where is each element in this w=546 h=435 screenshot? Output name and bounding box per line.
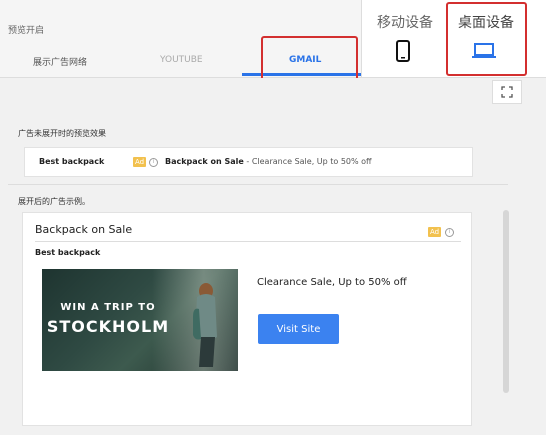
ad-headline: Clearance Sale, Up to 50% off [257, 277, 407, 288]
collapsed-snippet: - Clearance Sale, Up to 50% off [243, 157, 372, 166]
ad-image[interactable]: WIN A TRIP TO STOCKHOLM [42, 269, 238, 371]
traveler-figure-icon [193, 283, 217, 367]
collapsed-sender: Best backpack [39, 157, 105, 166]
tab-display-network[interactable]: 展示广告网络 [33, 55, 87, 68]
image-text-line1: WIN A TRIP TO [60, 302, 156, 313]
fullscreen-icon [501, 86, 513, 98]
expanded-title: Backpack on Sale [35, 223, 133, 236]
fullscreen-button[interactable] [492, 80, 522, 104]
phone-icon[interactable] [396, 40, 410, 66]
desktop-highlight-box [446, 2, 527, 76]
image-text-line2: STOCKHOLM [46, 317, 170, 336]
card-divider [35, 241, 461, 242]
info-icon[interactable]: i [149, 158, 158, 167]
preview-title: 预览开启 [8, 26, 45, 36]
collapsed-ad-row[interactable]: Best backpack Ad i Backpack on Sale - Cl… [24, 147, 473, 177]
expanded-ad-card: Backpack on Sale Ad i Best backpack WIN … [22, 212, 472, 426]
scrollbar[interactable] [503, 210, 509, 393]
collapsed-subject: Backpack on Sale [165, 157, 244, 166]
tab-youtube[interactable]: YOUTUBE [160, 55, 203, 65]
ad-badge: Ad [428, 227, 442, 237]
expanded-sender: Best backpack [35, 248, 101, 257]
info-icon[interactable]: i [445, 228, 454, 237]
ad-badge: Ad [133, 157, 147, 167]
visit-site-button[interactable]: Visit Site [258, 314, 339, 344]
collapsed-section-label: 广告未展开时的预览效果 [18, 129, 106, 138]
expanded-section-label: 展开后的广告示例。 [18, 197, 90, 206]
section-divider [8, 184, 508, 185]
mobile-device-label[interactable]: 移动设备 [377, 12, 433, 32]
